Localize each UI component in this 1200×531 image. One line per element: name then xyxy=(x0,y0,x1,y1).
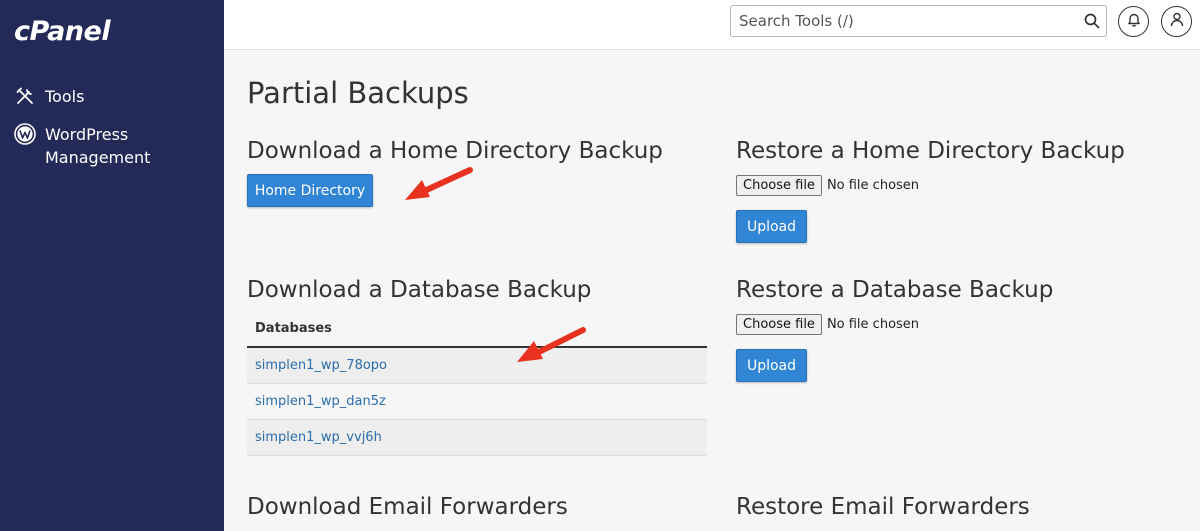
bell-icon xyxy=(1127,12,1141,31)
sidebar-item-label: Tools xyxy=(45,87,85,106)
wordpress-icon xyxy=(14,123,36,145)
notifications-button[interactable] xyxy=(1118,6,1149,37)
home-choose-file-button[interactable]: Choose file xyxy=(736,175,822,196)
home-download-heading: Download a Home Directory Backup xyxy=(247,138,663,164)
search-input[interactable] xyxy=(731,7,1078,35)
home-file-picker: Choose file No file chosen xyxy=(736,175,919,196)
user-icon xyxy=(1170,12,1184,31)
topbar xyxy=(224,0,1200,50)
email-restore-heading: Restore Email Forwarders xyxy=(736,494,1030,520)
db-restore-heading: Restore a Database Backup xyxy=(736,277,1054,303)
table-row: simplen1_wp_dan5z xyxy=(247,384,707,420)
database-link[interactable]: simplen1_wp_dan5z xyxy=(255,394,386,409)
sidebar-item-tools[interactable]: Tools xyxy=(14,85,84,108)
sidebar-item-label: WordPress Management xyxy=(45,125,151,167)
home-directory-button[interactable]: Home Directory xyxy=(247,174,373,207)
databases-table: Databases simplen1_wp_78opo simplen1_wp_… xyxy=(247,311,707,456)
main-content: Partial Backups Download a Home Director… xyxy=(224,51,1200,531)
db-upload-button[interactable]: Upload xyxy=(736,349,807,382)
search-box xyxy=(730,5,1107,37)
table-row: simplen1_wp_vvj6h xyxy=(247,420,707,456)
user-menu-button[interactable] xyxy=(1161,6,1192,37)
home-file-status: No file chosen xyxy=(826,178,920,193)
databases-column-header: Databases xyxy=(247,311,707,348)
sidebar-item-wordpress-management[interactable]: WordPress Management xyxy=(14,123,150,169)
database-link[interactable]: simplen1_wp_78opo xyxy=(255,358,387,373)
databases-rows: simplen1_wp_78opo simplen1_wp_dan5z simp… xyxy=(247,348,707,456)
home-restore-heading: Restore a Home Directory Backup xyxy=(736,138,1125,164)
db-choose-file-button[interactable]: Choose file xyxy=(736,314,822,335)
annotation-arrow-icon xyxy=(405,167,473,200)
db-download-heading: Download a Database Backup xyxy=(247,277,592,303)
db-file-picker: Choose file No file chosen xyxy=(736,314,919,335)
email-download-heading: Download Email Forwarders xyxy=(247,494,568,520)
tools-icon xyxy=(14,85,36,107)
table-row: simplen1_wp_78opo xyxy=(247,348,707,384)
sidebar: cPanel Tools WordPress Management xyxy=(0,0,224,531)
search-icon[interactable] xyxy=(1078,7,1106,35)
db-file-status: No file chosen xyxy=(826,317,920,332)
page-title: Partial Backups xyxy=(247,76,469,110)
annotation-arrow-icon xyxy=(517,327,586,362)
database-link[interactable]: simplen1_wp_vvj6h xyxy=(255,430,382,445)
home-upload-button[interactable]: Upload xyxy=(736,210,807,243)
cpanel-logo[interactable]: cPanel xyxy=(14,18,111,45)
